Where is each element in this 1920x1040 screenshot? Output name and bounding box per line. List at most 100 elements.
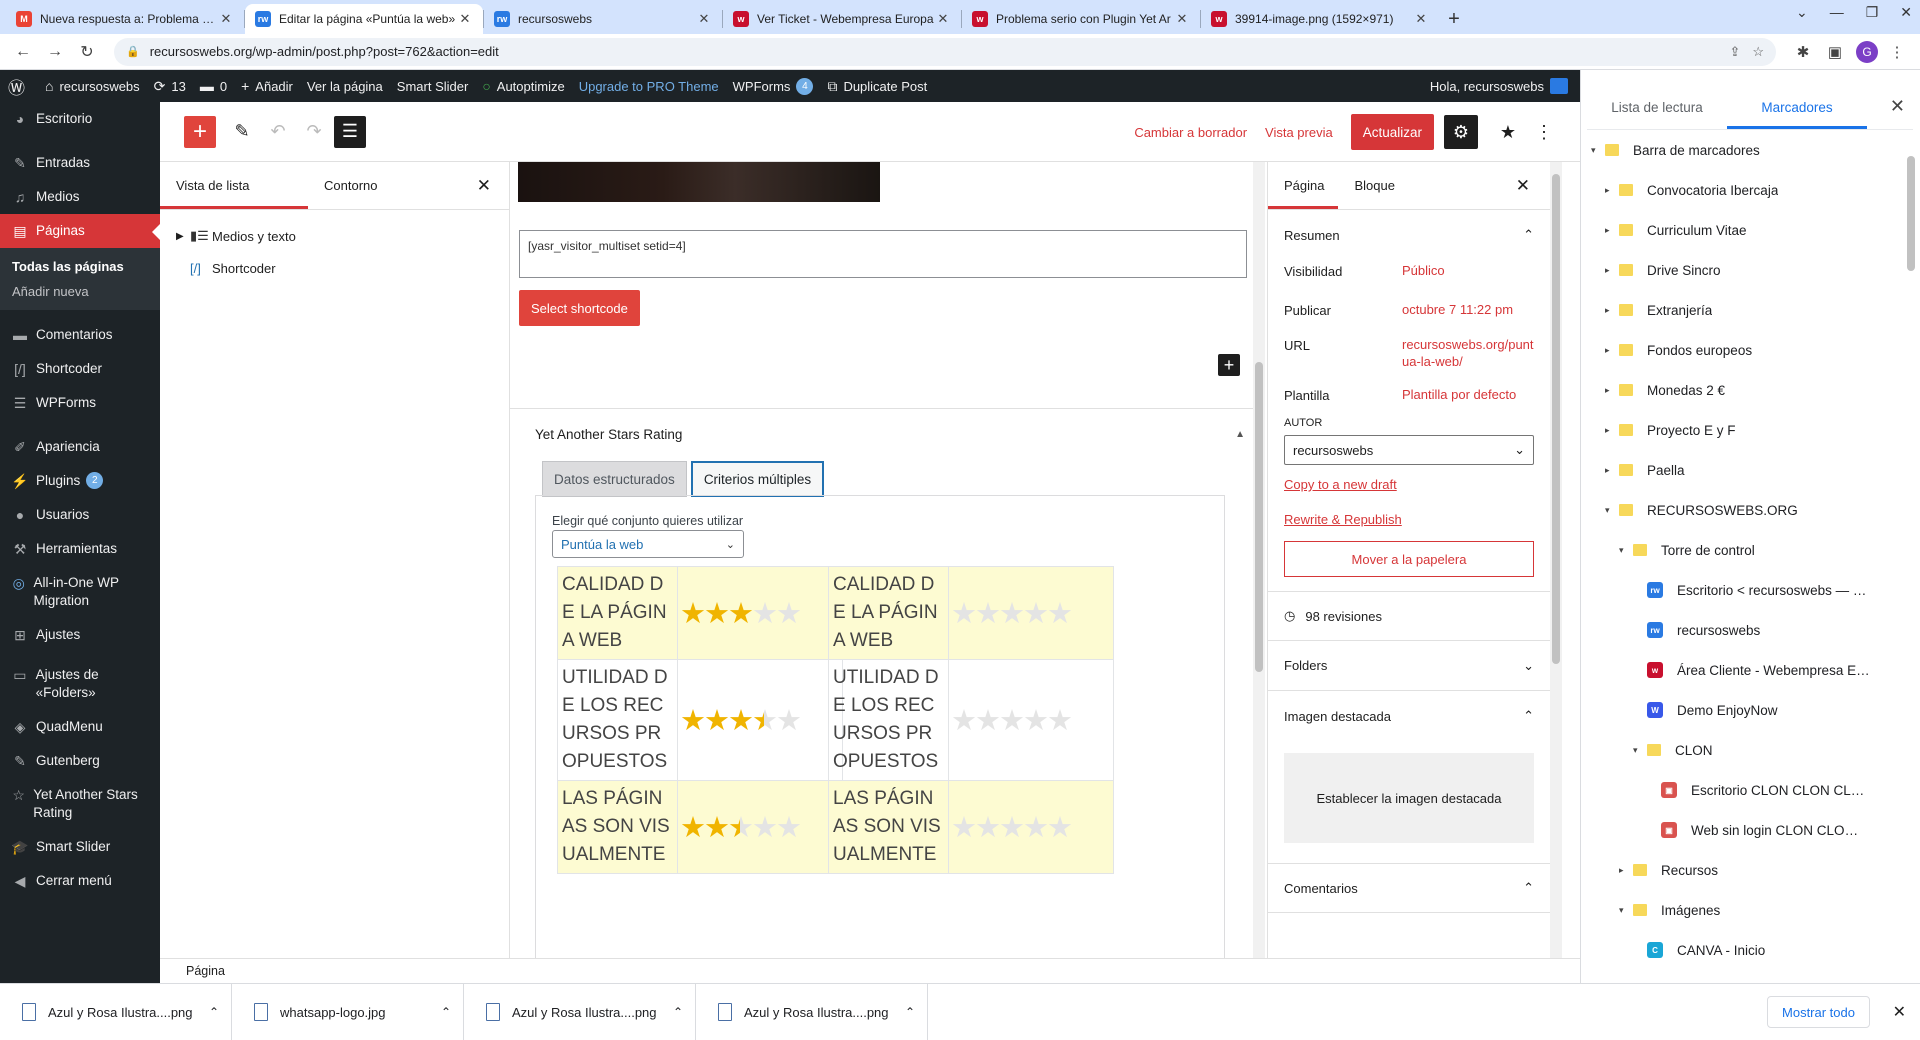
star-icon[interactable]: ★ [951, 598, 977, 630]
collapse-menu[interactable]: ◀ Cerrar menú [0, 864, 160, 898]
bookmark-item[interactable]: ▣ Web sin login CLON CLO… [1581, 810, 1920, 850]
show-all-downloads-button[interactable]: Mostrar todo [1767, 996, 1870, 1028]
star-icon[interactable]: ★ [999, 598, 1025, 630]
comments-link[interactable]: ▬ 0 [200, 78, 227, 94]
chevron-down-icon[interactable]: ▾ [1591, 145, 1605, 156]
list-item[interactable]: [/] Shortcoder [160, 252, 509, 284]
options-menu-icon[interactable]: ⋮ [1528, 116, 1560, 148]
tab-multi-criteria[interactable]: Criterios múltiples [690, 461, 825, 497]
menu-shortcoder[interactable]: [/] Shortcoder [0, 352, 160, 386]
tab-structured-data[interactable]: Datos estructurados [542, 461, 687, 497]
smart-slider-link[interactable]: Smart Slider [397, 79, 469, 94]
scrollbar-thumb[interactable] [1255, 362, 1263, 672]
copy-draft-link[interactable]: Copy to a new draft [1268, 465, 1550, 492]
scrollbar-thumb[interactable] [1552, 174, 1560, 664]
menu-smart-slider[interactable]: 🎓 Smart Slider [0, 830, 160, 864]
star-icon[interactable]: ★ [975, 598, 1001, 630]
menu-plugins[interactable]: ⚡ Plugins 2 [0, 464, 160, 498]
bookmark-item[interactable]: C CANVA - Inicio [1581, 930, 1920, 970]
star-icon[interactable]: ★ [776, 812, 802, 844]
chevron-down-icon[interactable]: ▾ [1619, 545, 1633, 556]
tab-search-icon[interactable]: ⌄ [1796, 4, 1808, 21]
chevron-up-icon[interactable]: ⌃ [661, 1005, 695, 1019]
browser-tab[interactable]: rw Editar la página «Puntúa la web» ✕ [245, 4, 483, 34]
add-new-link[interactable]: + Añadir [241, 78, 293, 94]
browser-tab[interactable]: w 39914-image.png (1592×971) ✕ [1201, 4, 1439, 34]
star-icon[interactable]: ★ [728, 812, 754, 844]
bookmark-folder[interactable]: ▾ Imágenes [1581, 890, 1920, 930]
close-icon[interactable]: ✕ [1893, 1002, 1906, 1022]
bookmark-folder[interactable]: ▾ RECURSOSWEBS.ORG [1581, 490, 1920, 530]
menu-all-in-one[interactable]: ◎ All-in-One WP Migration [0, 566, 160, 618]
author-select[interactable]: recursoswebs ⌄ [1284, 435, 1534, 465]
menu-ajustes-folders[interactable]: ▭ Ajustes de «Folders» [0, 658, 160, 710]
url-bar[interactable]: 🔒 recursoswebs.org/wp-admin/post.php?pos… [114, 37, 1776, 66]
chevron-right-icon[interactable]: ▸ [1605, 345, 1619, 356]
chevron-up-icon[interactable]: ⌃ [429, 1005, 463, 1019]
browser-tab[interactable]: M Nueva respuesta a: Problema ser ✕ [6, 4, 244, 34]
profile-avatar[interactable]: G [1856, 40, 1878, 63]
bookmark-item[interactable]: rw recursoswebs [1581, 610, 1920, 650]
comments-panel-header[interactable]: Comentarios ⌃ [1268, 863, 1550, 913]
tab-outline[interactable]: Contorno [308, 162, 456, 209]
chevron-up-icon[interactable]: ⌃ [197, 1005, 231, 1019]
submenu-anadir-nueva[interactable]: Añadir nueva [0, 279, 160, 304]
browser-tab[interactable]: rw recursoswebs ✕ [484, 4, 722, 34]
page-url[interactable]: recursoswebs.org/puntua-la-web/ [1402, 336, 1534, 370]
folders-panel-header[interactable]: Folders ⌄ [1268, 641, 1550, 691]
tab-close-icon[interactable]: ✕ [1413, 11, 1429, 27]
star-icon[interactable]: ★ [1047, 812, 1073, 844]
star-icon[interactable]: ★ [704, 598, 730, 630]
undo-icon[interactable]: ↶ [262, 116, 294, 148]
star-icon[interactable]: ★ [1047, 705, 1073, 737]
menu-ajustes[interactable]: ⊞ Ajustes [0, 618, 160, 652]
bookmark-item[interactable]: w Área Cliente - Webempresa E… [1581, 650, 1920, 690]
submenu-todas-paginas[interactable]: Todas las páginas [0, 254, 160, 279]
featured-image-panel-header[interactable]: Imagen destacada ⌃ [1268, 691, 1550, 741]
bookmark-folder[interactable]: ▸ Recursos [1581, 850, 1920, 890]
rewrite-republish-link[interactable]: Rewrite & Republish [1268, 492, 1550, 527]
autoptimize-link[interactable]: ○ Autoptimize [482, 78, 564, 94]
wordpress-logo-icon[interactable]: Ⓦ [8, 74, 31, 99]
more-menu-icon[interactable]: ⋮ [1884, 39, 1910, 65]
settings-gear-icon[interactable]: ⚙ [1444, 115, 1478, 149]
star-icon[interactable]: ★ [975, 812, 1001, 844]
reload-icon[interactable]: ↻ [74, 39, 100, 65]
chevron-right-icon[interactable]: ▸ [1605, 225, 1619, 236]
chevron-right-icon[interactable]: ▶ [176, 231, 190, 242]
settings-scrollbar[interactable] [1550, 162, 1562, 983]
scrollbar-thumb[interactable] [1907, 156, 1915, 271]
download-item[interactable]: Azul y Rosa Ilustra....png ⌃ [464, 983, 696, 1040]
set-featured-image-button[interactable]: Establecer la imagen destacada [1284, 753, 1534, 843]
revisions-link[interactable]: ◷ 98 revisiones [1268, 591, 1550, 641]
tab-list-view[interactable]: Vista de lista [160, 162, 308, 209]
preview-button[interactable]: Vista previa [1265, 125, 1333, 140]
extensions-icon[interactable]: ✱ [1790, 39, 1816, 65]
set-select[interactable]: Puntúa la web ⌄ [552, 530, 744, 558]
tab-close-icon[interactable]: ✕ [1174, 11, 1190, 27]
chevron-right-icon[interactable]: ▸ [1605, 385, 1619, 396]
menu-yasr[interactable]: ☆ Yet Another Stars Rating [0, 778, 160, 830]
duplicate-post-link[interactable]: ⧉ Duplicate Post [827, 78, 927, 95]
template-value[interactable]: Plantilla por defecto [1402, 386, 1534, 403]
menu-wpforms[interactable]: ☰ WPForms [0, 386, 160, 420]
close-window-icon[interactable]: ✕ [1900, 4, 1912, 21]
tab-close-icon[interactable]: ✕ [457, 11, 473, 27]
chevron-right-icon[interactable]: ▸ [1605, 305, 1619, 316]
site-name-link[interactable]: ⌂ recursoswebs [45, 78, 140, 94]
update-button[interactable]: Actualizar [1350, 114, 1434, 150]
tab-close-icon[interactable]: ✕ [218, 11, 234, 27]
updates-link[interactable]: ⟳ 13 [154, 78, 186, 95]
menu-usuarios[interactable]: ● Usuarios [0, 498, 160, 532]
close-icon[interactable]: ✕ [1516, 176, 1530, 196]
chevron-right-icon[interactable]: ▸ [1605, 265, 1619, 276]
browser-tab[interactable]: w Problema serio con Plugin Yet Ar ✕ [962, 4, 1200, 34]
browser-tab[interactable]: w Ver Ticket - Webempresa Europa ✕ [723, 4, 961, 34]
star-icon[interactable]: ★ [752, 705, 778, 737]
chevron-down-icon[interactable]: ▾ [1605, 505, 1619, 516]
restore-icon[interactable]: ❐ [1866, 4, 1879, 21]
chevron-down-icon[interactable]: ▾ [1633, 745, 1647, 756]
list-item[interactable]: ▶ ▮☰ Medios y texto [160, 220, 509, 252]
bookmark-star-icon[interactable]: ☆ [1752, 44, 1764, 60]
menu-paginas[interactable]: ▤ Páginas [0, 214, 160, 248]
